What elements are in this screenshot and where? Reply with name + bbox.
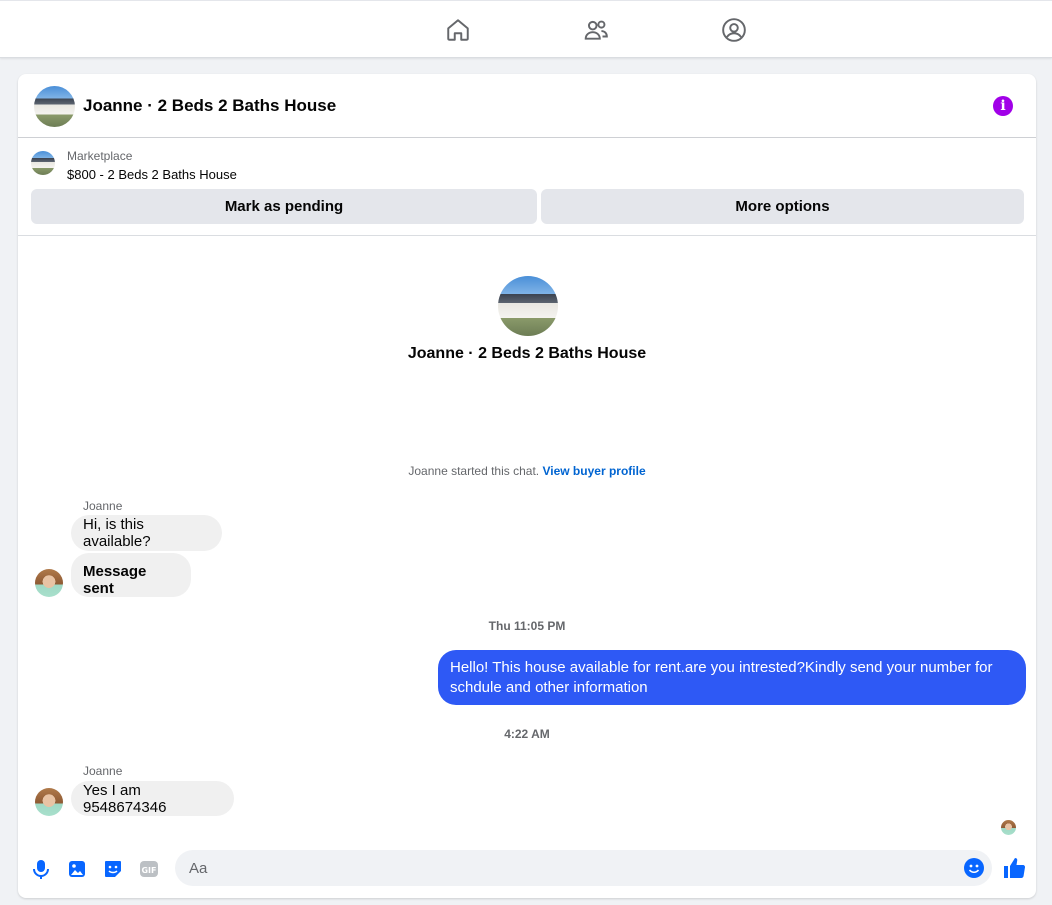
started-text: Joanne started this chat. (408, 464, 540, 478)
composer: GIF (18, 846, 1036, 898)
timestamp: Thu 11:05 PM (488, 619, 566, 633)
message-bubble[interactable]: Hi, is this available? (71, 515, 222, 551)
message-bubble[interactable]: Yes I am 9548674346 (71, 781, 234, 816)
profile-icon[interactable] (720, 16, 748, 44)
view-buyer-profile-link[interactable]: View buyer profile (542, 464, 645, 478)
thumbs-up-icon[interactable] (1002, 856, 1026, 880)
friends-icon[interactable] (582, 16, 610, 44)
chat-header: Joanne · 2 Beds 2 Baths House i (18, 74, 1036, 138)
sender-name: Joanne (83, 499, 123, 513)
intro-title: Joanne · 2 Beds 2 Baths House (407, 345, 647, 362)
chat-title[interactable]: Joanne · 2 Beds 2 Baths House (83, 96, 336, 116)
sticker-icon[interactable] (102, 858, 124, 880)
listing-thumbnail[interactable] (31, 151, 55, 175)
message-input[interactable] (175, 850, 992, 886)
read-receipt-avatar (1001, 820, 1016, 835)
user-avatar[interactable] (35, 569, 63, 597)
sender-name: Joanne (83, 764, 123, 778)
timestamp: 4:22 AM (504, 727, 550, 741)
chat-panel: Joanne · 2 Beds 2 Baths House i Marketpl… (18, 74, 1036, 898)
home-icon[interactable] (444, 16, 472, 44)
microphone-icon[interactable] (30, 858, 52, 880)
intro-avatar[interactable] (498, 276, 558, 336)
chat-started-note: Joanne started this chat. View buyer pro… (18, 464, 1036, 478)
more-options-button[interactable]: More options (541, 189, 1024, 224)
photo-icon[interactable] (66, 858, 88, 880)
gif-icon[interactable]: GIF (138, 858, 160, 880)
emoji-icon[interactable] (963, 857, 985, 879)
svg-text:GIF: GIF (141, 866, 156, 875)
info-icon[interactable]: i (993, 96, 1013, 116)
outgoing-message-bubble[interactable]: Hello! This house available for rent.are… (438, 650, 1026, 705)
marketplace-label: Marketplace (67, 149, 133, 163)
listing-avatar[interactable] (34, 86, 75, 127)
message-bubble[interactable]: Message sent (71, 553, 191, 597)
top-nav-bar (0, 0, 1052, 58)
mark-pending-button[interactable]: Mark as pending (31, 189, 537, 224)
listing-title[interactable]: $800 - 2 Beds 2 Baths House (67, 167, 237, 182)
user-avatar[interactable] (35, 788, 63, 816)
